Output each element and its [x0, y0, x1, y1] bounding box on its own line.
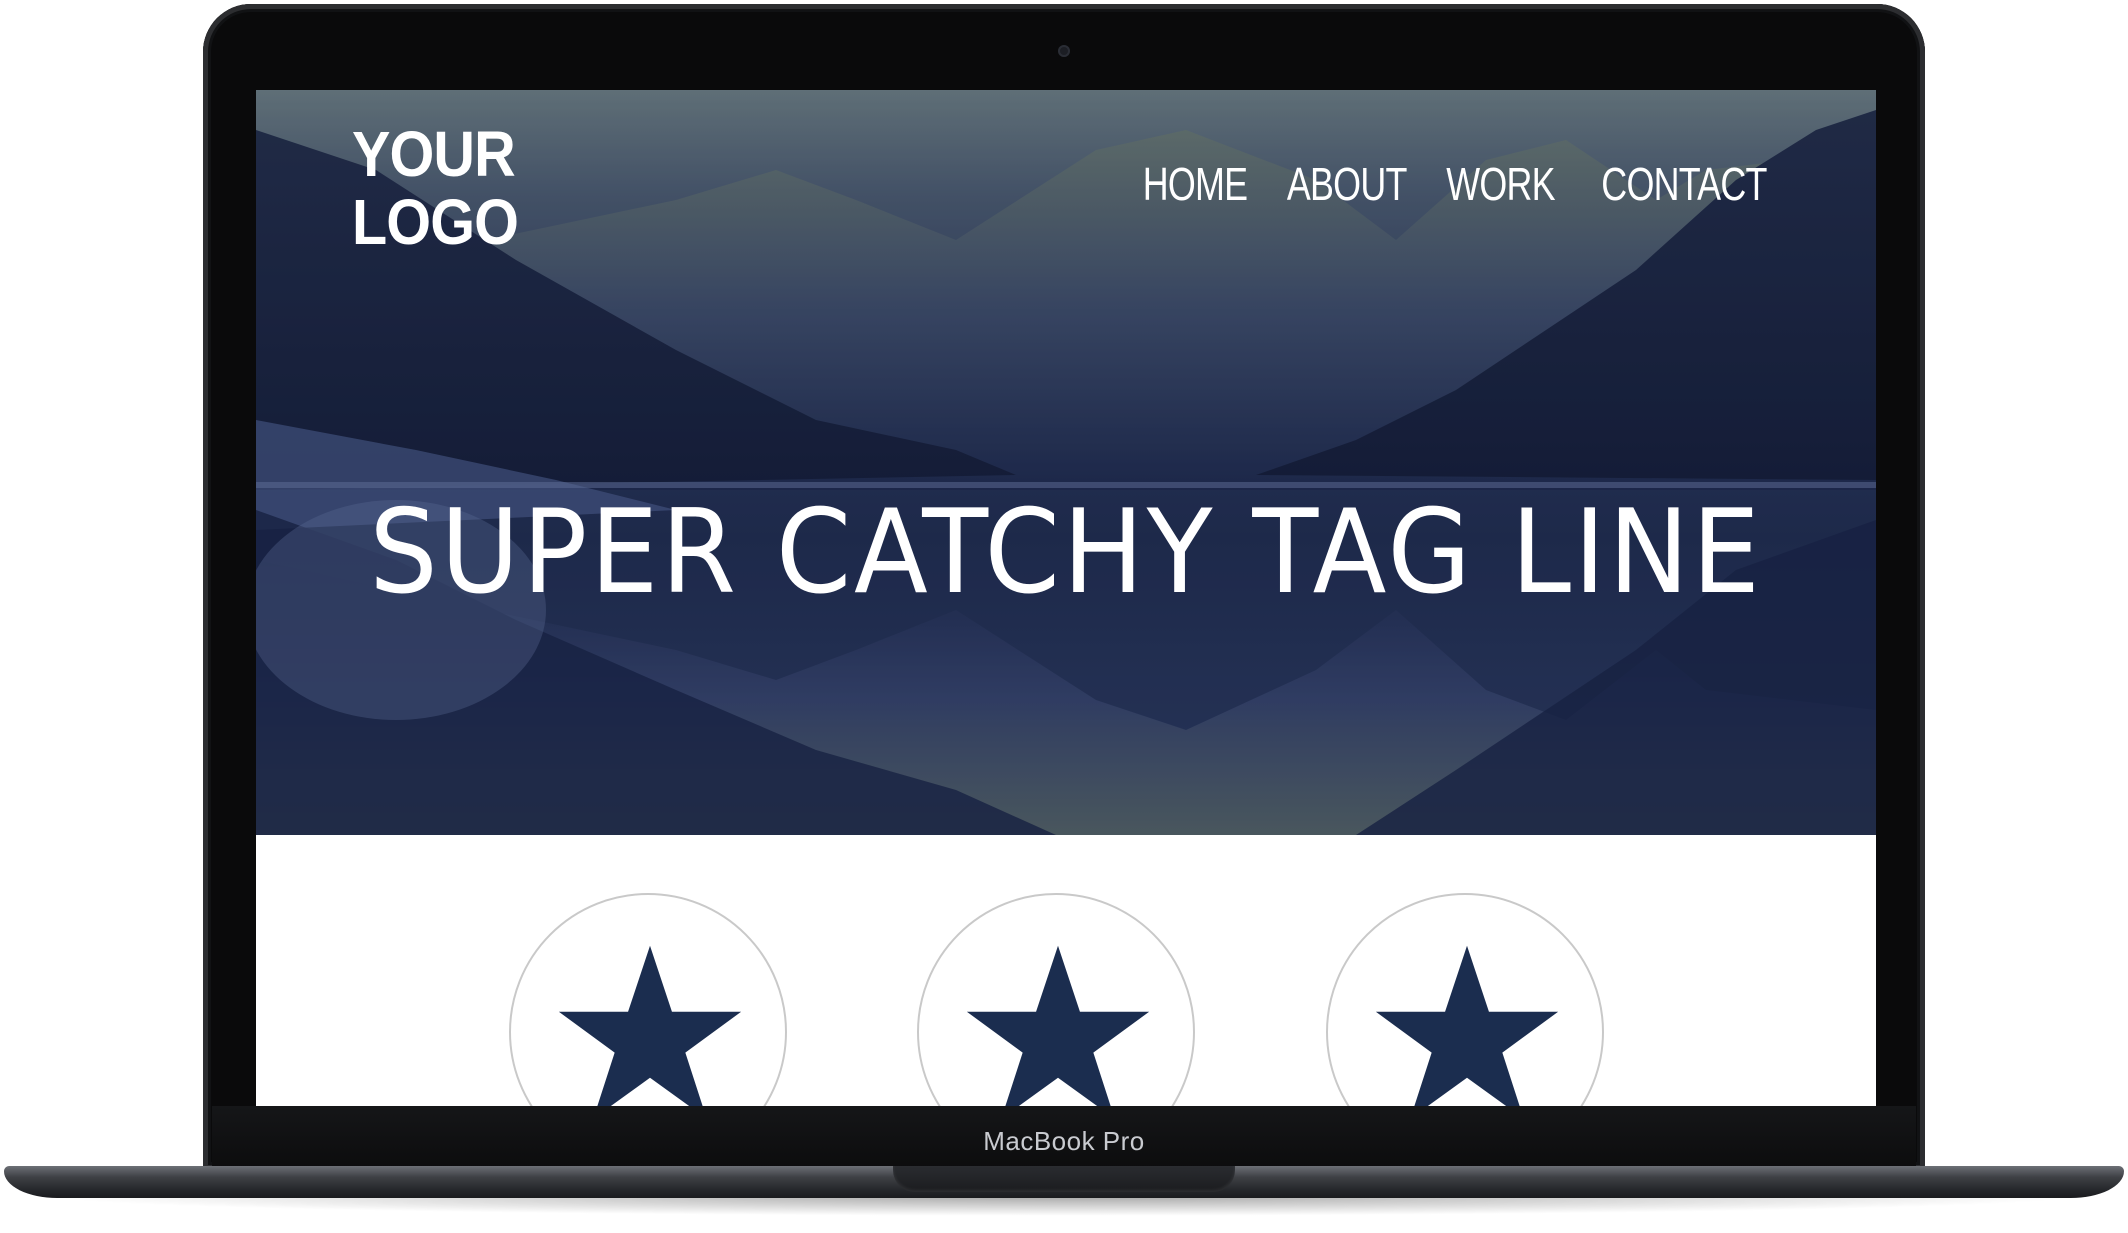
- star-icon: [558, 945, 742, 1106]
- star-icon: [966, 945, 1150, 1106]
- laptop-notch: [893, 1166, 1235, 1192]
- laptop-brand-label: MacBook Pro: [983, 1126, 1145, 1156]
- logo-line-1: YOUR: [352, 118, 516, 190]
- features-section: [256, 835, 1876, 1106]
- nav-home[interactable]: HOME: [1142, 158, 1247, 210]
- nav-about[interactable]: ABOUT: [1286, 158, 1406, 210]
- feature-circle-2[interactable]: [917, 893, 1195, 1106]
- main-nav: HOME ABOUT WORK CONTACT: [1142, 158, 1776, 210]
- feature-circle-1[interactable]: [509, 893, 787, 1106]
- nav-work[interactable]: WORK: [1446, 158, 1555, 210]
- laptop-shadow: [40, 1196, 2088, 1216]
- logo-line-2: LOGO: [352, 186, 519, 258]
- star-icon: [1375, 945, 1559, 1106]
- hero-section: YOUR LOGO HOME ABOUT WORK CONTACT SUPER …: [256, 90, 1876, 835]
- hero-tagline: SUPER CATCHY TAG LINE: [369, 485, 1763, 620]
- site-logo[interactable]: YOUR LOGO: [352, 118, 519, 258]
- camera-icon: [1058, 45, 1070, 57]
- nav-contact[interactable]: CONTACT: [1601, 158, 1767, 210]
- feature-circle-3[interactable]: [1326, 893, 1604, 1106]
- website-screen: YOUR LOGO HOME ABOUT WORK CONTACT SUPER …: [256, 90, 1876, 1106]
